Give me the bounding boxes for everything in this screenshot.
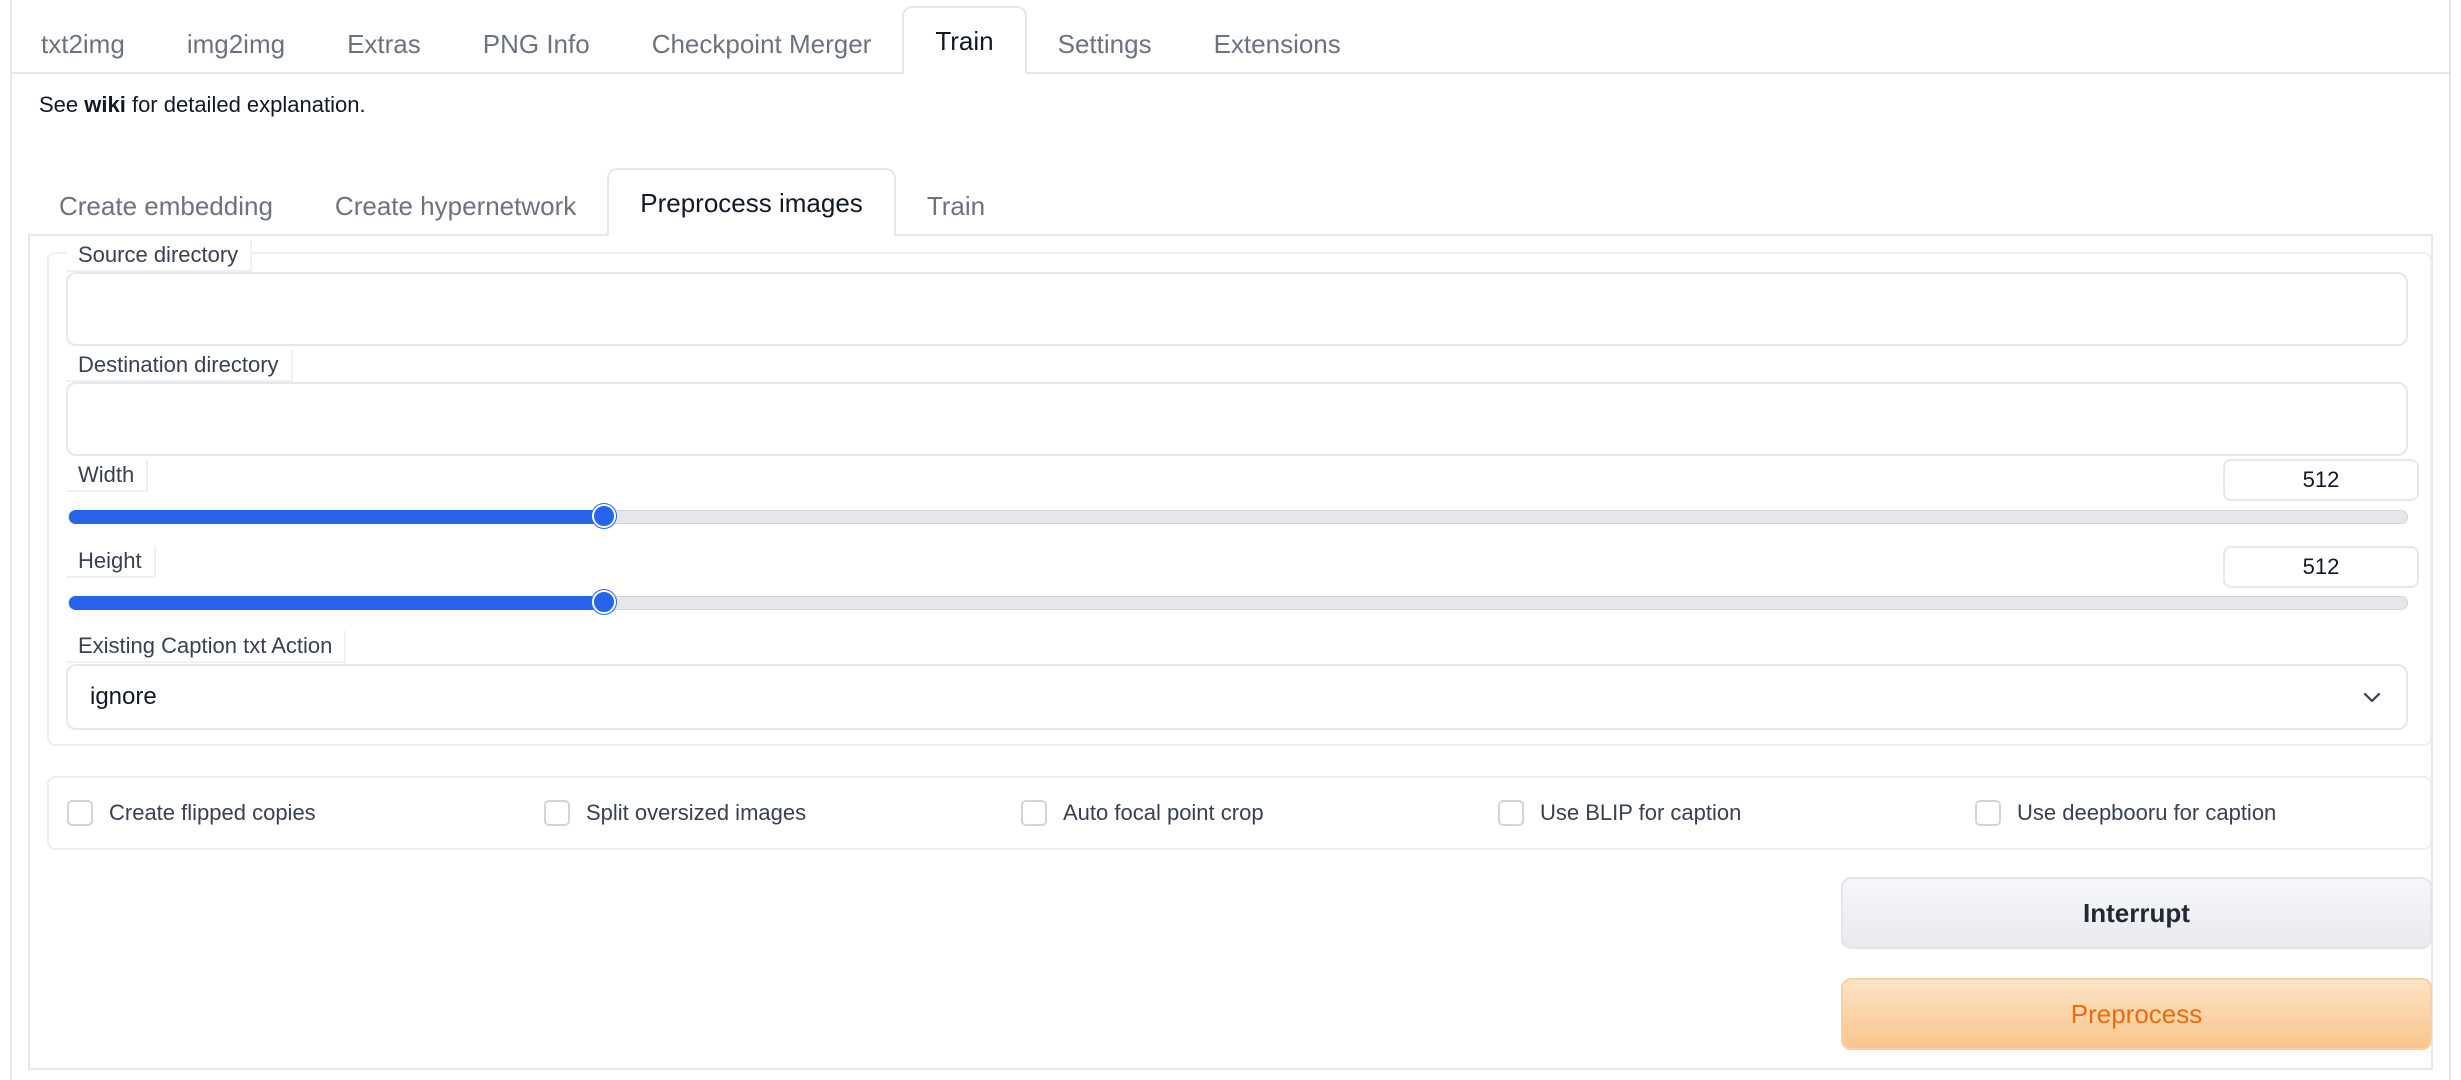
- width-slider-fill: [69, 510, 605, 524]
- height-slider[interactable]: [68, 590, 2408, 614]
- top-tab-divider: [10, 72, 2451, 74]
- wiki-suffix: for detailed explanation.: [125, 92, 366, 117]
- caption-action-select[interactable]: ignore: [66, 664, 2408, 730]
- subtab-create-hypernetwork[interactable]: Create hypernetwork: [304, 176, 607, 236]
- checkbox-box[interactable]: [544, 800, 570, 826]
- checkbox-label: Create flipped copies: [109, 800, 316, 825]
- width-slider[interactable]: [68, 504, 2408, 528]
- height-label: Height: [66, 546, 156, 578]
- preprocess-options: Create flipped copies Split oversized im…: [47, 776, 2432, 850]
- subtab-preprocess-images[interactable]: Preprocess images: [607, 168, 896, 236]
- tab-settings[interactable]: Settings: [1027, 14, 1183, 74]
- checkbox-label: Auto focal point crop: [1063, 800, 1264, 825]
- height-number-input[interactable]: 512: [2223, 546, 2419, 588]
- checkbox-use-deepbooru[interactable]: Use deepbooru for caption: [1975, 800, 2276, 826]
- tab-extras[interactable]: Extras: [316, 14, 452, 74]
- width-number-input[interactable]: 512: [2223, 459, 2419, 501]
- caption-action-value: ignore: [90, 683, 157, 710]
- checkbox-use-blip[interactable]: Use BLIP for caption: [1498, 800, 1741, 826]
- checkbox-split-oversized-images[interactable]: Split oversized images: [544, 800, 806, 826]
- chevron-down-icon: [2363, 692, 2381, 703]
- source-directory-label: Source directory: [66, 240, 253, 272]
- checkbox-label: Split oversized images: [586, 800, 807, 825]
- wiki-hint: See wiki for detailed explanation.: [39, 92, 366, 118]
- wiki-link[interactable]: wiki: [84, 92, 126, 117]
- width-label: Width: [66, 460, 149, 492]
- interrupt-button[interactable]: Interrupt: [1841, 877, 2432, 949]
- subtab-train[interactable]: Train: [896, 176, 1016, 236]
- height-slider-fill: [69, 596, 605, 610]
- preprocess-button[interactable]: Preprocess: [1841, 978, 2432, 1050]
- tab-img2img[interactable]: img2img: [156, 14, 316, 74]
- checkbox-box[interactable]: [67, 800, 93, 826]
- checkbox-box[interactable]: [1021, 800, 1047, 826]
- subtab-create-embedding[interactable]: Create embedding: [28, 176, 304, 236]
- tab-extensions[interactable]: Extensions: [1183, 14, 1372, 74]
- destination-directory-label: Destination directory: [66, 350, 293, 382]
- tab-png-info[interactable]: PNG Info: [452, 14, 621, 74]
- checkbox-label: Use BLIP for caption: [1540, 800, 1742, 825]
- train-sub-tab-bar: Create embedding Create hypernetwork Pre…: [28, 168, 1016, 236]
- checkbox-label: Use deepbooru for caption: [2017, 800, 2277, 825]
- source-directory-input[interactable]: [66, 272, 2408, 346]
- wiki-prefix: See: [39, 92, 85, 117]
- caption-action-label: Existing Caption txt Action: [66, 631, 347, 663]
- checkbox-box[interactable]: [1498, 800, 1524, 826]
- tab-train[interactable]: Train: [902, 6, 1027, 74]
- checkbox-create-flipped-copies[interactable]: Create flipped copies: [67, 800, 316, 826]
- tab-checkpoint-merger[interactable]: Checkpoint Merger: [621, 14, 903, 74]
- checkbox-box[interactable]: [1975, 800, 2001, 826]
- destination-directory-input[interactable]: [66, 382, 2408, 456]
- checkbox-auto-focal-point-crop[interactable]: Auto focal point crop: [1021, 800, 1264, 826]
- tab-txt2img[interactable]: txt2img: [10, 14, 156, 74]
- top-tab-bar: txt2img img2img Extras PNG Info Checkpoi…: [10, 6, 1372, 74]
